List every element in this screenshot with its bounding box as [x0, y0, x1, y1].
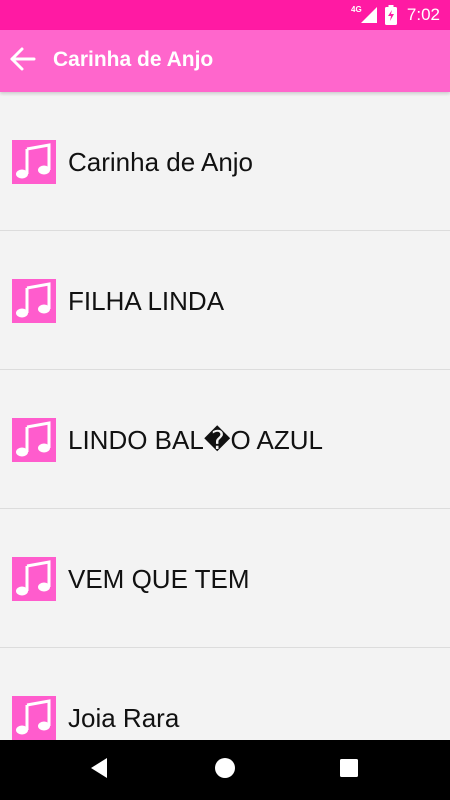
- list-item[interactable]: LINDO BAL�O AZUL: [0, 370, 450, 509]
- arrow-left-icon: [8, 45, 36, 78]
- nav-home-button[interactable]: [205, 750, 245, 790]
- music-note-icon: [12, 696, 56, 740]
- nav-recents-button[interactable]: [329, 750, 369, 790]
- song-title: VEM QUE TEM: [68, 564, 250, 594]
- navigation-bar: [0, 740, 450, 800]
- page-title: Carinha de Anjo: [53, 48, 214, 71]
- clock: 7:02: [406, 5, 440, 24]
- back-triangle-icon: [89, 757, 109, 784]
- song-title: FILHA LINDA: [68, 286, 225, 316]
- song-title: LINDO BAL�O AZUL: [68, 425, 323, 455]
- home-circle-icon: [214, 757, 236, 784]
- back-button[interactable]: [2, 38, 42, 84]
- list-item[interactable]: FILHA LINDA: [0, 231, 450, 370]
- song-title: Carinha de Anjo: [68, 147, 254, 177]
- song-title: Joia Rara: [68, 703, 180, 733]
- song-list[interactable]: Carinha de Anjo FILHA LINDA LINDO BAL�O …: [0, 92, 450, 740]
- recents-square-icon: [339, 758, 359, 783]
- list-item[interactable]: Joia Rara: [0, 648, 450, 740]
- list-item[interactable]: Carinha de Anjo: [0, 92, 450, 231]
- music-note-icon: [12, 279, 56, 323]
- nav-back-button[interactable]: [79, 750, 119, 790]
- app-bar: Carinha de Anjo: [0, 30, 450, 92]
- music-note-icon: [12, 418, 56, 462]
- list-item[interactable]: VEM QUE TEM: [0, 509, 450, 648]
- music-note-icon: [12, 557, 56, 601]
- signal-icon: [361, 7, 377, 28]
- battery-charging-icon: [385, 5, 397, 30]
- status-bar: 4G 7:02: [0, 0, 450, 30]
- music-note-icon: [12, 140, 56, 184]
